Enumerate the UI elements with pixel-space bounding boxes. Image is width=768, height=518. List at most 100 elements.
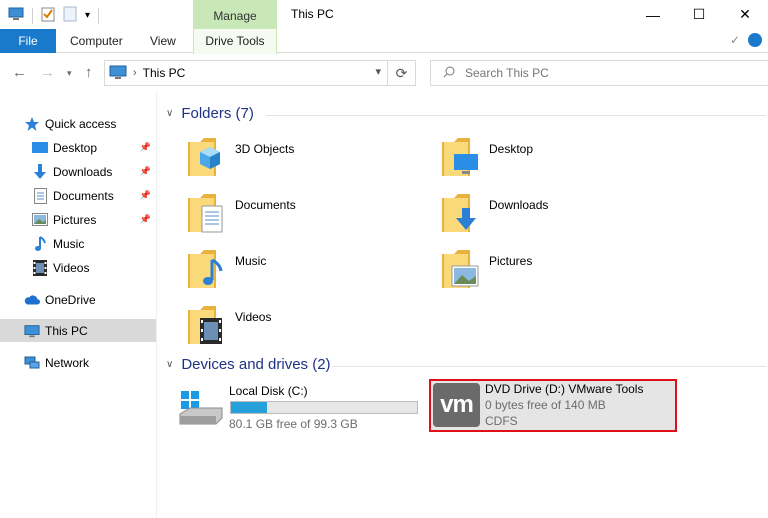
sidebar-item-label: Documents	[53, 188, 114, 203]
sidebar-item-onedrive[interactable]: OneDrive	[0, 288, 156, 311]
network-icon	[24, 355, 40, 371]
quick-access-toolbar: ▾	[8, 6, 100, 25]
recent-locations-icon[interactable]: ▾	[67, 68, 72, 79]
pin-icon[interactable]: 📌	[140, 214, 151, 225]
3d-objects-folder-icon	[188, 138, 220, 176]
new-folder-icon[interactable]	[63, 6, 77, 25]
back-arrow-icon[interactable]: ←	[12, 64, 27, 81]
folder-label: Downloads	[489, 198, 549, 212]
devices-group-header[interactable]: ∨ Devices and drives (2)	[166, 356, 331, 373]
group-divider	[266, 115, 766, 116]
chevron-down-icon[interactable]: ∨	[166, 108, 173, 119]
tab-view[interactable]: View	[150, 29, 176, 53]
folder-label: Desktop	[489, 142, 534, 156]
cloud-icon	[24, 292, 40, 308]
drive-file-system: CDFS	[485, 414, 518, 428]
sidebar-item-desktop[interactable]: Desktop 📌	[0, 136, 156, 159]
this-pc-icon	[24, 323, 40, 339]
drive-label: DVD Drive (D:) VMware Tools	[485, 382, 644, 396]
sidebar-item-label: Music	[53, 236, 85, 251]
folder-desktop[interactable]: Desktop	[416, 132, 656, 182]
sidebar-item-label: This PC	[45, 323, 88, 338]
sidebar-item-pictures[interactable]: Pictures 📌	[0, 208, 156, 231]
window-controls: — ☐ ✕	[630, 0, 768, 29]
sidebar-item-this-pc[interactable]: This PC	[0, 319, 156, 342]
music-folder-icon	[188, 250, 223, 288]
videos-icon	[32, 259, 48, 276]
downloads-folder-icon	[442, 194, 476, 232]
customize-toolbar-icon[interactable]: ▾	[85, 10, 90, 21]
desktop-icon	[32, 140, 48, 156]
folders-group-header[interactable]: ∨ Folders (7)	[166, 105, 254, 122]
this-pc-icon	[109, 65, 127, 82]
folder-label: Music	[235, 254, 267, 268]
folder-pictures[interactable]: Pictures	[416, 244, 656, 294]
navigation-bar: ← → ▾ ↑ › This PC ▾ ⟳	[0, 54, 768, 92]
sidebar-item-label: OneDrive	[45, 292, 96, 307]
search-icon	[443, 66, 455, 81]
sidebar-item-documents[interactable]: Documents 📌	[0, 184, 156, 207]
pin-icon[interactable]: 📌	[140, 190, 151, 201]
sidebar-item-label: Desktop	[53, 140, 98, 155]
drive-free-space: 80.1 GB free of 99.3 GB	[229, 417, 358, 431]
close-button[interactable]: ✕	[722, 0, 768, 29]
refresh-button[interactable]: ⟳	[388, 60, 416, 86]
chevron-down-icon[interactable]: ▾	[375, 65, 381, 78]
tab-computer[interactable]: Computer	[70, 29, 123, 53]
sidebar-item-videos[interactable]: Videos	[0, 256, 156, 279]
folder-downloads[interactable]: Downloads	[416, 188, 656, 238]
content-pane: ∨ Folders (7) 3D Objects Desktop Documen…	[158, 92, 768, 518]
drive-label: Local Disk (C:)	[229, 384, 308, 398]
chevron-down-icon[interactable]: ∨	[166, 359, 173, 370]
sidebar-item-label: Videos	[53, 260, 90, 275]
folder-videos[interactable]: Videos	[162, 300, 402, 350]
breadcrumb-this-pc[interactable]: This PC	[143, 66, 186, 80]
group-divider	[332, 366, 766, 367]
tab-file[interactable]: File	[0, 29, 56, 53]
window-title: This PC	[291, 7, 334, 21]
drive-dvd-vmware-tools[interactable]: vm DVD Drive (D:) VMware Tools 0 bytes f…	[429, 379, 677, 432]
tab-manage[interactable]: Manage	[193, 0, 277, 29]
devices-heading: Devices and drives (2)	[181, 356, 331, 373]
minimize-button[interactable]: —	[630, 0, 676, 29]
folder-documents[interactable]: Documents	[162, 188, 402, 238]
sidebar-item-quick-access[interactable]: Quick access	[0, 112, 156, 135]
pin-icon[interactable]: 📌	[140, 166, 151, 177]
folder-label: Videos	[235, 310, 272, 324]
sidebar-item-music[interactable]: Music	[0, 232, 156, 255]
documents-icon	[32, 187, 48, 204]
videos-folder-icon	[188, 306, 222, 344]
sidebar-item-downloads[interactable]: Downloads 📌	[0, 160, 156, 183]
help-icon[interactable]	[748, 33, 762, 47]
folder-music[interactable]: Music	[162, 244, 402, 294]
search-box[interactable]	[430, 60, 768, 86]
sidebar-item-network[interactable]: Network	[0, 351, 156, 374]
sidebar-item-label: Network	[45, 355, 90, 370]
forward-arrow-icon[interactable]: →	[40, 64, 55, 81]
folder-label: Documents	[235, 198, 296, 212]
search-input[interactable]	[465, 66, 745, 80]
up-arrow-icon[interactable]: ↑	[85, 64, 93, 81]
expand-ribbon-icon[interactable]: ✓	[730, 33, 740, 47]
drive-usage-bar	[230, 401, 418, 414]
properties-icon[interactable]	[41, 6, 55, 25]
star-icon	[24, 116, 40, 132]
folder-label: 3D Objects	[235, 142, 295, 156]
address-bar[interactable]: › This PC ▾	[104, 60, 388, 86]
sidebar-item-label: Downloads	[53, 164, 113, 179]
documents-folder-icon	[188, 194, 223, 233]
drive-local-disk[interactable]: Local Disk (C:) 80.1 GB free of 99.3 GB	[176, 382, 426, 434]
music-icon	[32, 235, 48, 252]
pin-icon[interactable]: 📌	[140, 142, 151, 153]
drive-free-space: 0 bytes free of 140 MB	[485, 398, 606, 412]
sidebar-item-label: Pictures	[53, 212, 97, 227]
folders-heading: Folders (7)	[181, 105, 254, 122]
maximize-button[interactable]: ☐	[676, 0, 722, 29]
downloads-icon	[32, 163, 48, 180]
navigation-pane: Quick access Desktop 📌 Downloads 📌 Docum…	[0, 92, 157, 518]
title-bar: ▾ Manage This PC — ☐ ✕	[0, 0, 768, 29]
ribbon-tabs: File Computer View Drive Tools ✓	[0, 29, 768, 81]
toolbar-divider	[32, 7, 33, 24]
computer-icon[interactable]	[8, 7, 24, 24]
folder-3d-objects[interactable]: 3D Objects	[162, 132, 402, 182]
